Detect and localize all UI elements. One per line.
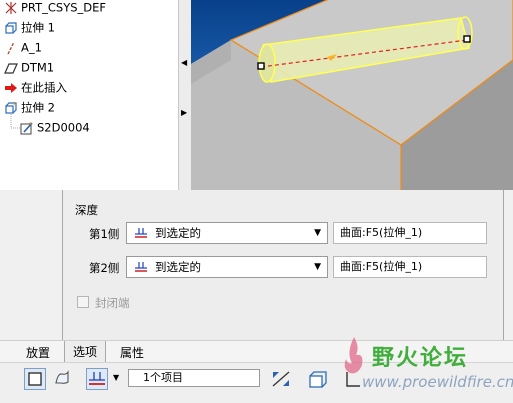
flame-logo-icon xyxy=(344,337,363,374)
options-panel: 深度 第1侧 到选定的 ▼ 曲面:F5(拉伸_1) 第2侧 到选定的 ▼ 曲面:… xyxy=(62,190,504,341)
side1-reference-field[interactable]: 曲面:F5(拉伸_1) xyxy=(333,222,487,244)
tree-item-label: S2D0004 xyxy=(37,120,90,135)
watermark-url: www.proewildfire.cn xyxy=(362,373,513,391)
part-model xyxy=(191,0,513,190)
side2-reference-field[interactable]: 曲面:F5(拉伸_1) xyxy=(333,256,487,278)
model-tree: PRT_CSYS_DEF 拉伸 1 A_1 DTM1 在此插入 * 拉伸 2 *… xyxy=(0,0,179,190)
tab-placement[interactable]: 放置 xyxy=(26,344,50,361)
tab-options[interactable]: 选项 xyxy=(64,341,107,363)
drag-handle-left[interactable] xyxy=(257,62,265,70)
side1-depth-value: 到选定的 xyxy=(155,226,201,240)
depth-option-button[interactable] xyxy=(86,368,108,390)
up-to-selected-icon xyxy=(135,262,147,272)
capped-ends-label: 封闭端 xyxy=(95,296,130,310)
tab-properties[interactable]: 属性 xyxy=(120,344,144,361)
depth-heading: 深度 xyxy=(75,203,98,217)
chevron-down-icon: ▼ xyxy=(314,262,321,272)
up-to-selected-icon xyxy=(89,372,105,385)
flip-direction-icon xyxy=(272,371,290,387)
up-to-selected-icon xyxy=(135,228,147,238)
tree-connectors xyxy=(10,112,20,129)
side2-label: 第2侧 xyxy=(89,261,120,275)
remove-material-icon xyxy=(309,371,327,388)
side2-depth-value: 到选定的 xyxy=(155,260,201,274)
drag-handle-right[interactable] xyxy=(463,35,471,43)
chevron-down-icon: ▼ xyxy=(314,228,321,238)
extrude-solid-button[interactable] xyxy=(24,368,46,390)
flip-direction-button[interactable] xyxy=(270,368,292,390)
expand-right-icon[interactable]: ▶ xyxy=(181,108,187,117)
graphics-window[interactable] xyxy=(191,0,513,190)
capped-ends-checkbox[interactable] xyxy=(77,296,89,308)
collapse-left-icon[interactable]: ◀ xyxy=(181,58,187,67)
side1-depth-select[interactable]: 到选定的 ▼ xyxy=(126,222,328,244)
surface-icon xyxy=(55,370,69,384)
side2-depth-select[interactable]: 到选定的 ▼ xyxy=(126,256,328,278)
solid-icon xyxy=(28,372,42,386)
chevron-down-icon[interactable]: ▼ xyxy=(113,373,119,382)
watermark-title: 野火论坛 xyxy=(372,346,469,371)
remove-material-button[interactable] xyxy=(306,368,328,390)
extrude-surface-button[interactable] xyxy=(52,368,74,390)
depth-reference-collector[interactable]: 1个项目 xyxy=(128,369,260,387)
side1-label: 第1侧 xyxy=(89,227,120,241)
